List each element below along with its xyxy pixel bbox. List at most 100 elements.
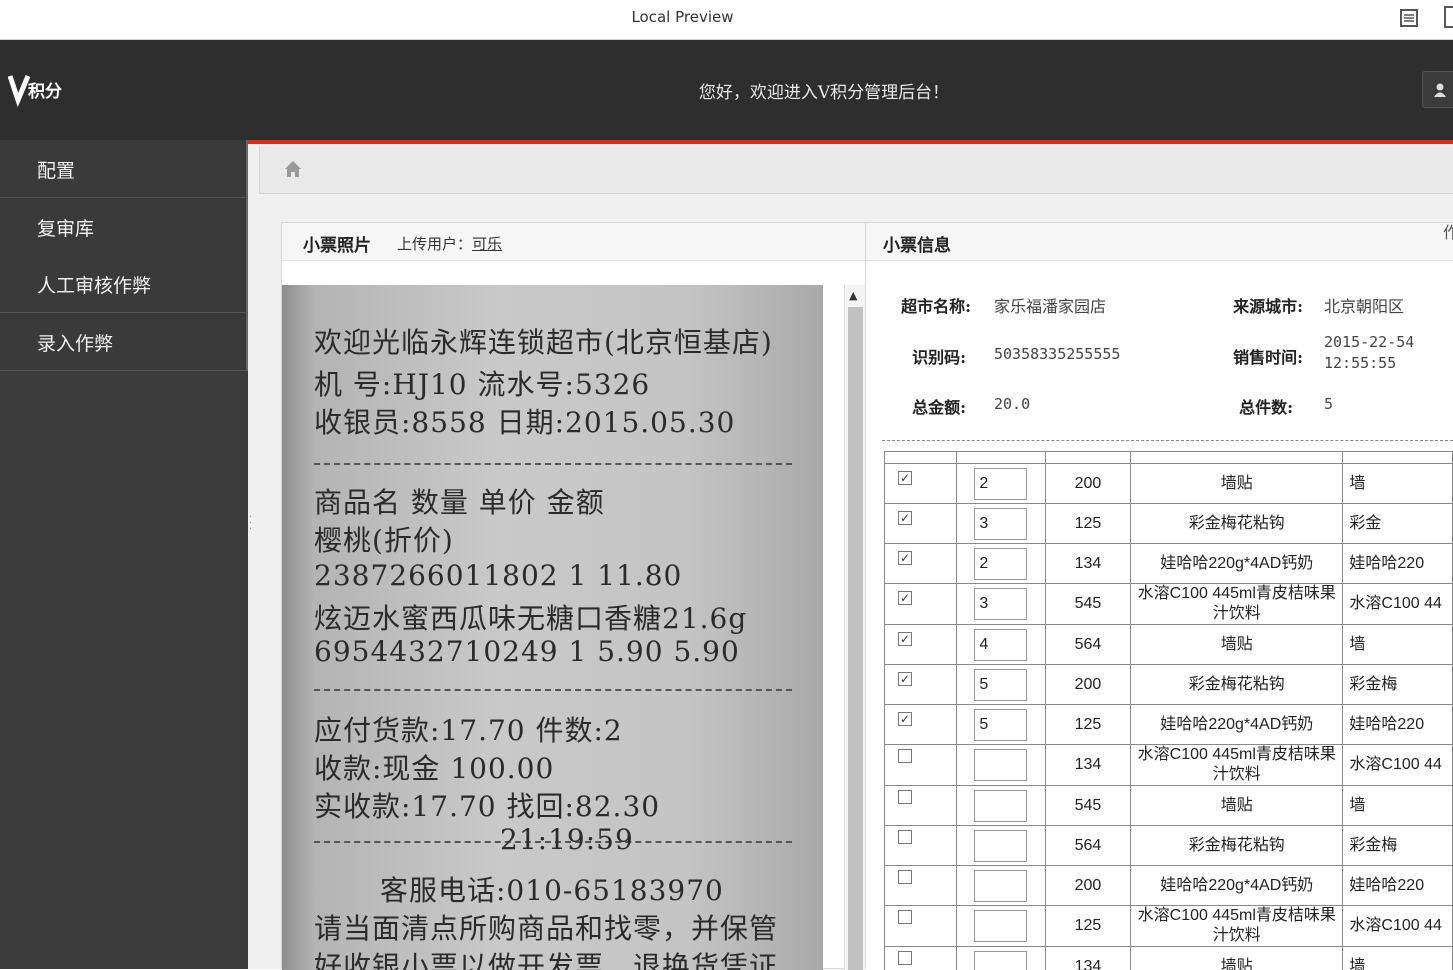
row-checkbox[interactable]: ✓ <box>898 632 912 646</box>
qty-cell <box>957 745 1046 786</box>
qty-input[interactable]: 2 <box>974 468 1027 500</box>
user-menu-button[interactable] <box>1422 71 1453 108</box>
reader-view-icon[interactable] <box>1399 8 1419 28</box>
matched-name-cell: 水溶C100 44 <box>1343 906 1453 947</box>
qty-cell: 4 <box>957 625 1046 665</box>
table-row: ✓3125彩金梅花粘钩彩金 <box>885 504 1453 544</box>
uploader-link[interactable]: 可乐 <box>472 235 502 253</box>
matched-name-cell: 彩金 <box>1343 504 1453 544</box>
qty-input[interactable] <box>974 830 1027 862</box>
receipt-line: 机 号:HJ10 流水号:5326 <box>314 363 650 403</box>
qty-cell: 3 <box>957 504 1046 544</box>
product-name-cell: 墙贴 <box>1131 786 1343 826</box>
qty-cell <box>957 786 1046 826</box>
receipt-line: 炫迈水蜜西瓜味无糖口香糖21.6g <box>314 597 747 637</box>
qty-input[interactable]: 4 <box>974 629 1027 661</box>
photo-panel-title: 小票照片 <box>303 231 371 256</box>
city-label: 来源城市: <box>1203 293 1303 317</box>
qty-input[interactable] <box>974 749 1027 781</box>
code-label: 识别码: <box>866 344 966 368</box>
qty-cell: 2 <box>957 464 1046 504</box>
receipt-info-panel: 小票信息 作 超市名称: 家乐福潘家园店 来源城市: 北京朝阳区 识别码: 50… <box>866 222 1453 969</box>
matched-name-cell: 水溶C100 44 <box>1343 745 1453 786</box>
matched-name-cell: 彩金梅 <box>1343 665 1453 705</box>
row-checkbox[interactable] <box>898 830 912 844</box>
info-panel-header: 小票信息 作 <box>866 223 1453 261</box>
receipt-scrollbar[interactable]: ▲ <box>844 285 865 970</box>
market-label: 超市名称: <box>871 293 971 317</box>
qty-input[interactable] <box>974 951 1027 970</box>
window-menu-icon[interactable] <box>1444 6 1453 28</box>
row-select-cell: ✓ <box>885 705 957 745</box>
qty-cell <box>957 906 1046 947</box>
product-name-cell: 彩金梅花粘钩 <box>1131 826 1343 866</box>
sidebar-item-manual-fraud-review[interactable]: 人工审核作弊 <box>0 255 248 313</box>
receipt-line: 好收银小票以做开发票、退换货凭证 <box>314 945 778 970</box>
sidebar-item-review-library[interactable]: 复审库 <box>0 198 248 256</box>
receipt-time: 21:19:59 <box>500 823 634 856</box>
code-cell: 200 <box>1045 866 1131 906</box>
row-checkbox[interactable] <box>898 870 912 884</box>
qty-input[interactable]: 3 <box>974 508 1027 540</box>
sidebar-item-label: 人工审核作弊 <box>37 275 151 297</box>
row-select-cell: ✓ <box>885 464 957 504</box>
qty-cell: 3 <box>957 584 1046 625</box>
table-row: ✓3545水溶C100 445ml青皮桔味果汁饮料水溶C100 44 <box>885 584 1453 625</box>
table-row: ✓5125娃哈哈220g*4AD钙奶娃哈哈220 <box>885 705 1453 745</box>
sale-date-value: 2015-22-54 <box>1324 333 1414 351</box>
items-table-container[interactable]: ✓2200墙贴墙✓3125彩金梅花粘钩彩金✓2134娃哈哈220g*4AD钙奶娃… <box>882 440 1453 970</box>
row-select-cell <box>885 947 957 970</box>
row-checkbox[interactable] <box>898 910 912 924</box>
code-value: 50358335255555 <box>994 345 1120 363</box>
receipt-line: 商品名 数量 单价 金额 <box>314 481 605 521</box>
qty-input[interactable]: 5 <box>974 669 1027 701</box>
info-panel-corner-text: 作 <box>1443 219 1453 243</box>
matched-name-cell: 娃哈哈220 <box>1343 544 1453 584</box>
code-cell: 134 <box>1045 745 1131 786</box>
sale-time-label: 销售时间: <box>1203 344 1303 368</box>
code-cell: 125 <box>1045 705 1131 745</box>
sidebar-item-config[interactable]: 配置 <box>0 140 248 198</box>
row-select-cell <box>885 745 957 786</box>
row-checkbox[interactable]: ✓ <box>898 591 912 605</box>
product-name-cell: 墙贴 <box>1131 625 1343 665</box>
row-checkbox[interactable] <box>898 790 912 804</box>
product-name-cell: 水溶C100 445ml青皮桔味果汁饮料 <box>1131 584 1343 625</box>
row-checkbox[interactable]: ✓ <box>898 471 912 485</box>
matched-name-cell: 水溶C100 44 <box>1343 584 1453 625</box>
qty-input[interactable] <box>974 910 1027 942</box>
sidebar-resize-handle[interactable]: ··· <box>249 515 255 535</box>
total-amount-label: 总金额: <box>866 394 966 418</box>
product-name-cell: 水溶C100 445ml青皮桔味果汁饮料 <box>1131 745 1343 786</box>
row-checkbox[interactable]: ✓ <box>898 511 912 525</box>
qty-input[interactable] <box>974 870 1027 902</box>
uploader-label: 上传用户： <box>397 235 472 253</box>
qty-input[interactable]: 5 <box>974 709 1027 741</box>
code-cell: 200 <box>1045 665 1131 705</box>
photo-panel-header: 小票照片 上传用户：可乐 <box>282 223 865 261</box>
table-row: 200娃哈哈220g*4AD钙奶娃哈哈220 <box>885 866 1453 906</box>
receipt-line: 欢迎光临永辉连锁超市(北京恒基店) <box>314 321 773 361</box>
qty-cell: 5 <box>957 705 1046 745</box>
qty-cell: 2 <box>957 544 1046 584</box>
row-checkbox[interactable] <box>898 749 912 763</box>
qty-input[interactable]: 3 <box>974 588 1027 620</box>
row-checkbox[interactable]: ✓ <box>898 551 912 565</box>
product-name-cell: 娃哈哈220g*4AD钙奶 <box>1131 866 1343 906</box>
row-checkbox[interactable]: ✓ <box>898 712 912 726</box>
receipt-line: 6954432710249 1 5.90 5.90 <box>314 635 740 668</box>
scrollbar-thumb[interactable] <box>848 307 863 970</box>
city-value: 北京朝阳区 <box>1324 293 1404 317</box>
home-icon[interactable] <box>284 160 302 178</box>
window-title: Local Preview <box>0 8 1365 26</box>
row-select-cell <box>885 786 957 826</box>
sidebar-item-enter-fraud[interactable]: 录入作弊 <box>0 313 248 371</box>
matched-name-cell: 娃哈哈220 <box>1343 705 1453 745</box>
row-checkbox[interactable] <box>898 951 912 965</box>
row-checkbox[interactable]: ✓ <box>898 672 912 686</box>
receipt-line: 收银员:8558 日期:2015.05.30 <box>314 401 735 441</box>
qty-input[interactable]: 2 <box>974 548 1027 580</box>
qty-input[interactable] <box>974 790 1027 822</box>
row-select-cell: ✓ <box>885 665 957 705</box>
scroll-up-icon[interactable]: ▲ <box>849 289 861 299</box>
